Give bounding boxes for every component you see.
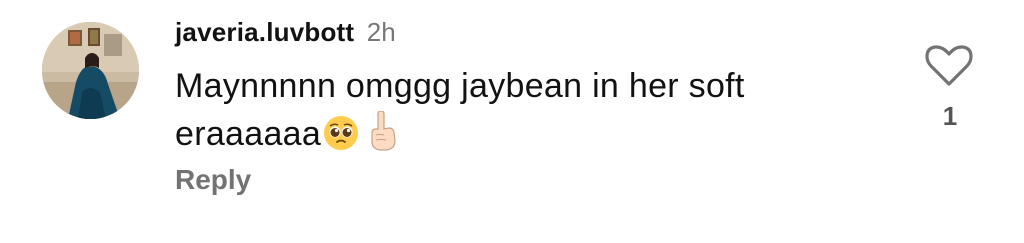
comment-text: Maynnnnn omggg jaybean in her soft eraaa…	[175, 62, 895, 164]
comment-header: javeria.luvbott 2h	[175, 14, 396, 55]
heart-outline-icon	[925, 45, 973, 86]
comment-text-line2: eraaaaaa	[175, 115, 322, 153]
reply-button[interactable]: Reply	[175, 162, 251, 198]
like-count: 1	[942, 101, 958, 131]
index-pointing-up-emoji	[367, 110, 399, 164]
like-button[interactable]	[925, 44, 973, 88]
comment-item: javeria.luvbott 2h Maynnnnn omggg jaybea…	[0, 0, 1024, 243]
avatar-photo	[42, 22, 139, 119]
timestamp: 2h	[366, 17, 396, 47]
pleading-face-emoji	[323, 115, 359, 164]
username[interactable]: javeria.luvbott	[175, 17, 354, 47]
avatar[interactable]	[42, 22, 139, 119]
comment-text-line1: Maynnnnn omggg jaybean in her soft	[175, 67, 745, 105]
